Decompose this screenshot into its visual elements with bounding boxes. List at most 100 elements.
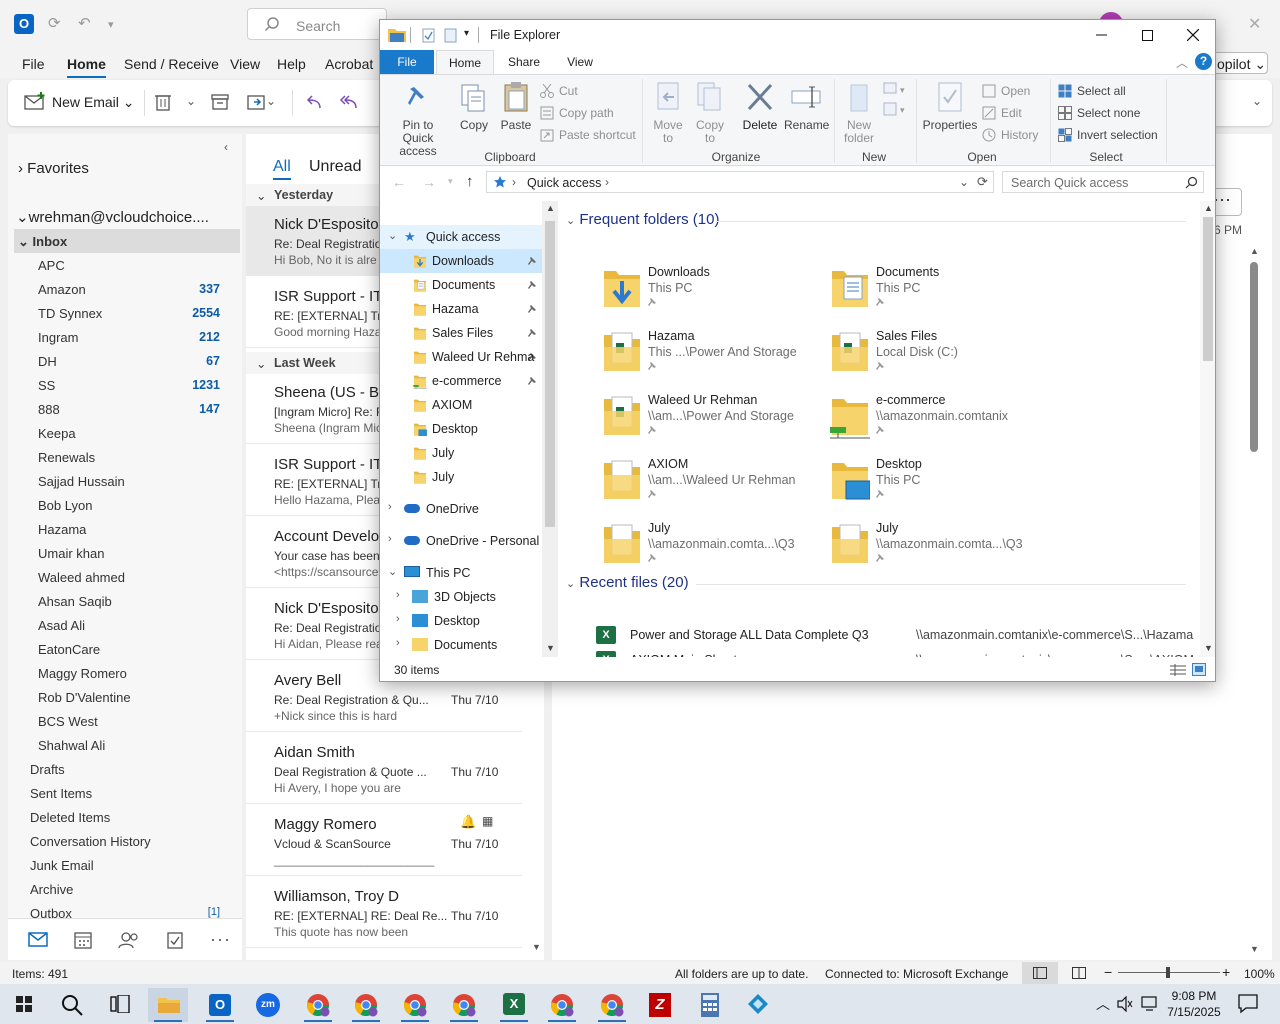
nav-item[interactable]: Desktop [380,417,542,441]
expand-closed-icon[interactable]: › [388,533,392,545]
filter-unread[interactable]: Unread [309,158,361,176]
new-folder-button[interactable]: New folder [840,79,878,145]
undo-icon[interactable]: ↶ [78,14,91,32]
folder-item[interactable]: Ahsan Saqib [8,589,234,613]
task-view-icon[interactable] [110,995,130,1013]
folder-item[interactable]: Umair khan [8,541,234,565]
more-apps-icon[interactable]: ··· [210,929,231,950]
properties-button[interactable]: Properties [920,79,980,132]
folder-item[interactable]: DH 67 [8,349,234,373]
content-pane-scrollbar-thumb[interactable] [1203,217,1213,361]
scroll-down-arrow-icon[interactable]: ▼ [532,942,541,952]
nav-item[interactable]: July [380,441,542,465]
folder-item[interactable]: Sajjad Hussain [8,469,234,493]
nav-item[interactable]: ⌄ ★ Quick access [380,225,542,249]
volume-muted-icon[interactable] [1117,996,1133,1012]
message-item[interactable]: Aidan Smith Deal Registration & Quote ...… [246,734,522,804]
folder-item[interactable]: Deleted Items [8,805,234,829]
delete-button[interactable]: Delete [738,79,782,132]
nav-item[interactable]: › OneDrive [380,497,542,521]
recent-locations-icon[interactable]: ▾ [448,176,453,187]
nav-item[interactable]: Hazama [380,297,542,321]
folder-item[interactable]: 888 147 [8,397,234,421]
menu-home[interactable]: Home [67,56,106,78]
nav-item[interactable]: e-commerce [380,369,542,393]
folder-item[interactable]: Archive [8,877,234,901]
nav-item[interactable]: Documents [380,273,542,297]
outlook-search-box[interactable]: Search [247,8,387,40]
taskbar-app[interactable] [738,988,778,1022]
close-icon[interactable]: ✕ [1248,14,1261,34]
menu-send-receive[interactable]: Send / Receive [124,56,219,72]
folder-item[interactable]: Conversation History [8,829,234,853]
zoom-in-icon[interactable]: + [1222,964,1230,980]
menu-file[interactable]: File [22,56,45,72]
taskbar-chrome-profile[interactable] [395,988,435,1022]
nav-item[interactable]: › OneDrive - Personal [380,529,542,553]
calendar-icon[interactable] [74,931,92,949]
taskbar-chrome-profile[interactable] [298,988,338,1022]
breadcrumb-quick-access[interactable]: Quick access [527,176,601,190]
frequent-folder-tile[interactable]: Desktop This PC [830,455,1050,515]
notifications-icon[interactable] [1238,994,1258,1014]
tasks-icon[interactable] [166,931,184,949]
folder-item[interactable]: SS 1231 [8,373,234,397]
zoom-out-icon[interactable]: − [1104,964,1112,980]
back-arrow-icon[interactable]: ← [392,174,406,190]
reply-icon[interactable] [304,92,324,112]
move-dropdown-icon[interactable]: ⌄ [266,94,276,108]
scroll-up-arrow-icon[interactable]: ▲ [546,203,555,213]
up-arrow-icon[interactable]: ↑ [466,173,474,190]
folder-item[interactable]: BCS West [8,709,234,733]
nav-item[interactable]: AXIOM [380,393,542,417]
sync-icon[interactable]: ⟳ [48,14,61,32]
close-button[interactable] [1170,20,1215,50]
menu-acrobat[interactable]: Acrobat [325,56,373,72]
nav-item[interactable]: › Documents [380,633,542,657]
rename-button[interactable]: Rename [784,79,829,132]
taskbar-chrome-profile[interactable] [542,988,582,1022]
zoom-slider-thumb[interactable] [1166,967,1170,978]
expand-closed-icon[interactable]: › [388,501,392,513]
frequent-folder-tile[interactable]: Documents This PC [830,263,1050,323]
folder-item[interactable]: Maggy Romero [8,661,234,685]
reading-view-icon[interactable] [1072,967,1086,979]
new-folder-qat-icon[interactable] [444,28,458,43]
collapse-pane-icon[interactable]: ‹ [224,140,228,154]
folder-item[interactable]: Bob Lyon [8,493,234,517]
forward-arrow-icon[interactable]: → [422,174,436,190]
reading-pane-scrollbar-thumb[interactable] [1250,262,1258,452]
copy-button[interactable]: Copy [454,79,494,132]
nav-item[interactable]: › Desktop [380,609,542,633]
expand-closed-icon[interactable]: › [396,589,400,601]
message-item[interactable]: Williamson, Troy D RE: [EXTERNAL] RE: Dea… [246,878,522,948]
details-view-icon[interactable] [1170,664,1186,676]
nav-item[interactable]: Downloads [380,249,542,273]
frequent-folder-tile[interactable]: e-commerce \\amazonmain.comtanix [830,391,1050,451]
account-header[interactable]: ⌄wrehman@vcloudchoice.... [16,208,209,226]
nav-item[interactable]: July [380,465,542,489]
taskbar-chrome-profile[interactable] [444,988,484,1022]
large-icons-view-icon[interactable] [1192,663,1206,676]
recent-file-row[interactable]: X Power and Storage ALL Data Complete Q3 \… [596,625,1196,647]
expand-closed-icon[interactable]: › [396,637,400,649]
scroll-up-arrow-icon[interactable]: ▲ [1204,203,1213,213]
frequent-folder-tile[interactable]: Hazama This ...\Power And Storage [602,327,822,387]
tab-view[interactable]: View [558,50,602,74]
menu-help[interactable]: Help [277,56,306,72]
scroll-up-arrow-icon[interactable]: ▲ [1250,246,1259,256]
taskbar-calculator[interactable] [690,988,730,1022]
folder-item[interactable]: EatonCare [8,637,234,661]
delete-icon[interactable] [154,92,172,112]
nav-item[interactable]: › 3D Objects [380,585,542,609]
tab-share[interactable]: Share [502,50,546,74]
frequent-folder-tile[interactable]: Waleed Ur Rehman \\am...\Power And Storag… [602,391,822,451]
qat-dropdown-icon[interactable]: ▾ [464,28,469,39]
refresh-icon[interactable]: ⟳ [977,174,988,190]
maximize-button[interactable] [1125,20,1171,50]
new-email-button[interactable]: New Email ⌄ [24,92,135,112]
move-to-button[interactable]: Move to [650,79,686,145]
scroll-down-arrow-icon[interactable]: ▼ [546,643,555,653]
ribbon-expand-icon[interactable]: ⌄ [1252,94,1262,108]
nav-item[interactable]: Sales Files [380,321,542,345]
